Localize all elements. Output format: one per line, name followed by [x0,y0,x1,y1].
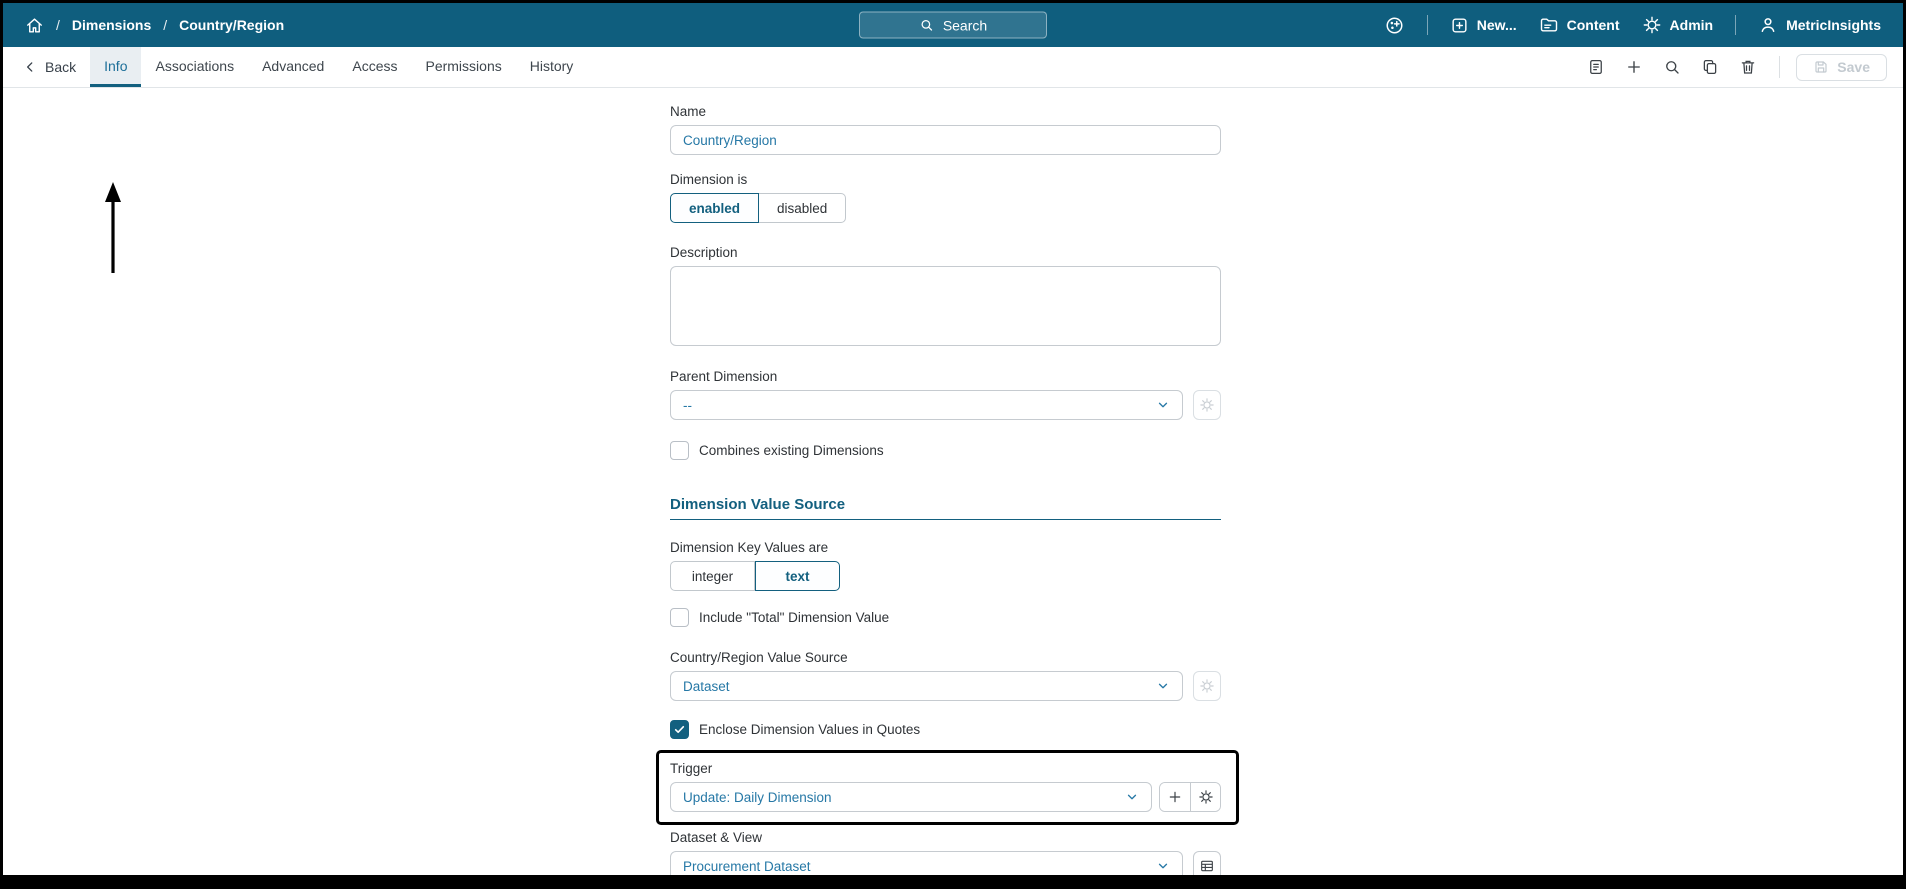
parent-dimension-settings-button[interactable] [1193,390,1221,420]
new-label: New... [1476,17,1517,33]
duplicate-button[interactable] [1695,52,1725,82]
include-total-label: Include "Total" Dimension Value [699,610,890,625]
parent-dimension-value: -- [683,397,692,413]
divider [1426,15,1428,35]
plus-square-icon [1450,16,1469,35]
chevron-left-icon [23,60,37,74]
parent-dimension-select[interactable]: -- [670,390,1183,420]
tab-permissions[interactable]: Permissions [411,47,515,87]
tab-history[interactable]: History [516,47,588,87]
admin-label: Admin [1669,17,1714,33]
trigger-value: Update: Daily Dimension [683,789,832,805]
trigger-actions [1159,782,1221,812]
tab-associations[interactable]: Associations [141,47,248,87]
name-input[interactable] [670,125,1221,155]
search-placeholder: Search [942,17,988,33]
save-icon [1813,59,1829,75]
enabled-option[interactable]: enabled [670,193,760,223]
disabled-option[interactable]: disabled [759,193,847,223]
enclose-quotes-checkbox-row[interactable]: Enclose Dimension Values in Quotes [670,720,1221,739]
integer-option[interactable]: integer [670,561,755,591]
dataset-view-label: Dataset & View [670,830,763,845]
parent-dimension-label: Parent Dimension [670,369,778,384]
key-values-toggle: integer text [670,561,840,591]
annotation-arrow [99,181,127,281]
dimension-editor-form: Name Dimension is enabled disabled Descr… [656,88,1239,881]
notes-button[interactable] [1581,52,1611,82]
tab-access[interactable]: Access [338,47,411,87]
trigger-add-button[interactable] [1160,783,1190,811]
delete-button[interactable] [1733,52,1763,82]
divider [1779,56,1781,78]
assistant-icon[interactable] [1384,15,1405,36]
admin-button[interactable]: Admin [1642,15,1714,35]
breadcrumb: / Dimensions / Country/Region [3,16,284,35]
search-input[interactable]: Search [859,11,1047,39]
new-button[interactable]: New... [1450,16,1517,35]
save-label: Save [1837,59,1870,75]
back-button[interactable]: Back [3,47,90,87]
description-label: Description [670,245,738,260]
description-textarea[interactable] [670,266,1221,346]
breadcrumb-separator: / [56,17,60,33]
dimension-is-label: Dimension is [670,172,748,187]
combines-existing-label: Combines existing Dimensions [699,443,884,458]
name-label: Name [670,104,707,119]
folder-icon [1539,15,1559,35]
value-source-label: Country/Region Value Source [670,650,848,665]
enclose-quotes-label: Enclose Dimension Values in Quotes [699,722,921,737]
top-header: / Dimensions / Country/Region Search New… [3,3,1903,47]
toolbar-actions: Save [1581,47,1903,87]
tab-info[interactable]: Info [90,47,142,87]
key-values-label: Dimension Key Values are [670,540,829,555]
divider [1735,15,1737,35]
enclose-quotes-checkbox[interactable] [670,720,689,739]
combines-existing-checkbox-row[interactable]: Combines existing Dimensions [670,441,1221,460]
trigger-settings-button[interactable] [1190,783,1220,811]
search-icon [919,18,934,33]
top-nav: New... Content Admin MetricInsights [1384,15,1903,36]
back-label: Back [45,59,77,75]
save-button[interactable]: Save [1796,53,1887,81]
chevron-down-icon [1125,790,1139,804]
breadcrumb-item-current: Country/Region [179,17,285,33]
tab-advanced[interactable]: Advanced [248,47,338,87]
window-bottom-frame [3,875,1903,889]
combines-existing-checkbox[interactable] [670,441,689,460]
tab-toolbar: Back Info Associations Advanced Access P… [3,47,1903,88]
trigger-select[interactable]: Update: Daily Dimension [670,782,1152,812]
trigger-label: Trigger [670,761,713,776]
breadcrumb-separator: / [163,17,168,33]
breadcrumb-item-dimensions[interactable]: Dimensions [72,17,151,33]
app-window: / Dimensions / Country/Region Search New… [0,0,1906,889]
search-tool-button[interactable] [1657,52,1687,82]
chevron-down-icon [1156,398,1170,412]
add-button[interactable] [1619,52,1649,82]
include-total-checkbox[interactable] [670,608,689,627]
user-icon [1758,15,1778,35]
annotation-rectangle: Trigger Update: Daily Dimension [656,750,1239,825]
value-source-value: Dataset [683,678,730,694]
text-option[interactable]: text [755,561,840,591]
account-button[interactable]: MetricInsights [1758,15,1881,35]
home-icon[interactable] [25,16,44,35]
content-button[interactable]: Content [1539,15,1620,35]
account-label: MetricInsights [1786,17,1881,33]
include-total-checkbox-row[interactable]: Include "Total" Dimension Value [670,608,1221,627]
chevron-down-icon [1156,679,1170,693]
dataset-view-value: Procurement Dataset [683,858,811,874]
content-label: Content [1566,17,1620,33]
chevron-down-icon [1156,859,1170,873]
value-source-select[interactable]: Dataset [670,671,1183,701]
main-content: Name Dimension is enabled disabled Descr… [3,88,1903,881]
gear-icon [1642,15,1662,35]
value-source-settings-button[interactable] [1193,671,1221,701]
dimension-is-toggle: enabled disabled [670,193,847,223]
section-title: Dimension Value Source [670,496,1221,520]
